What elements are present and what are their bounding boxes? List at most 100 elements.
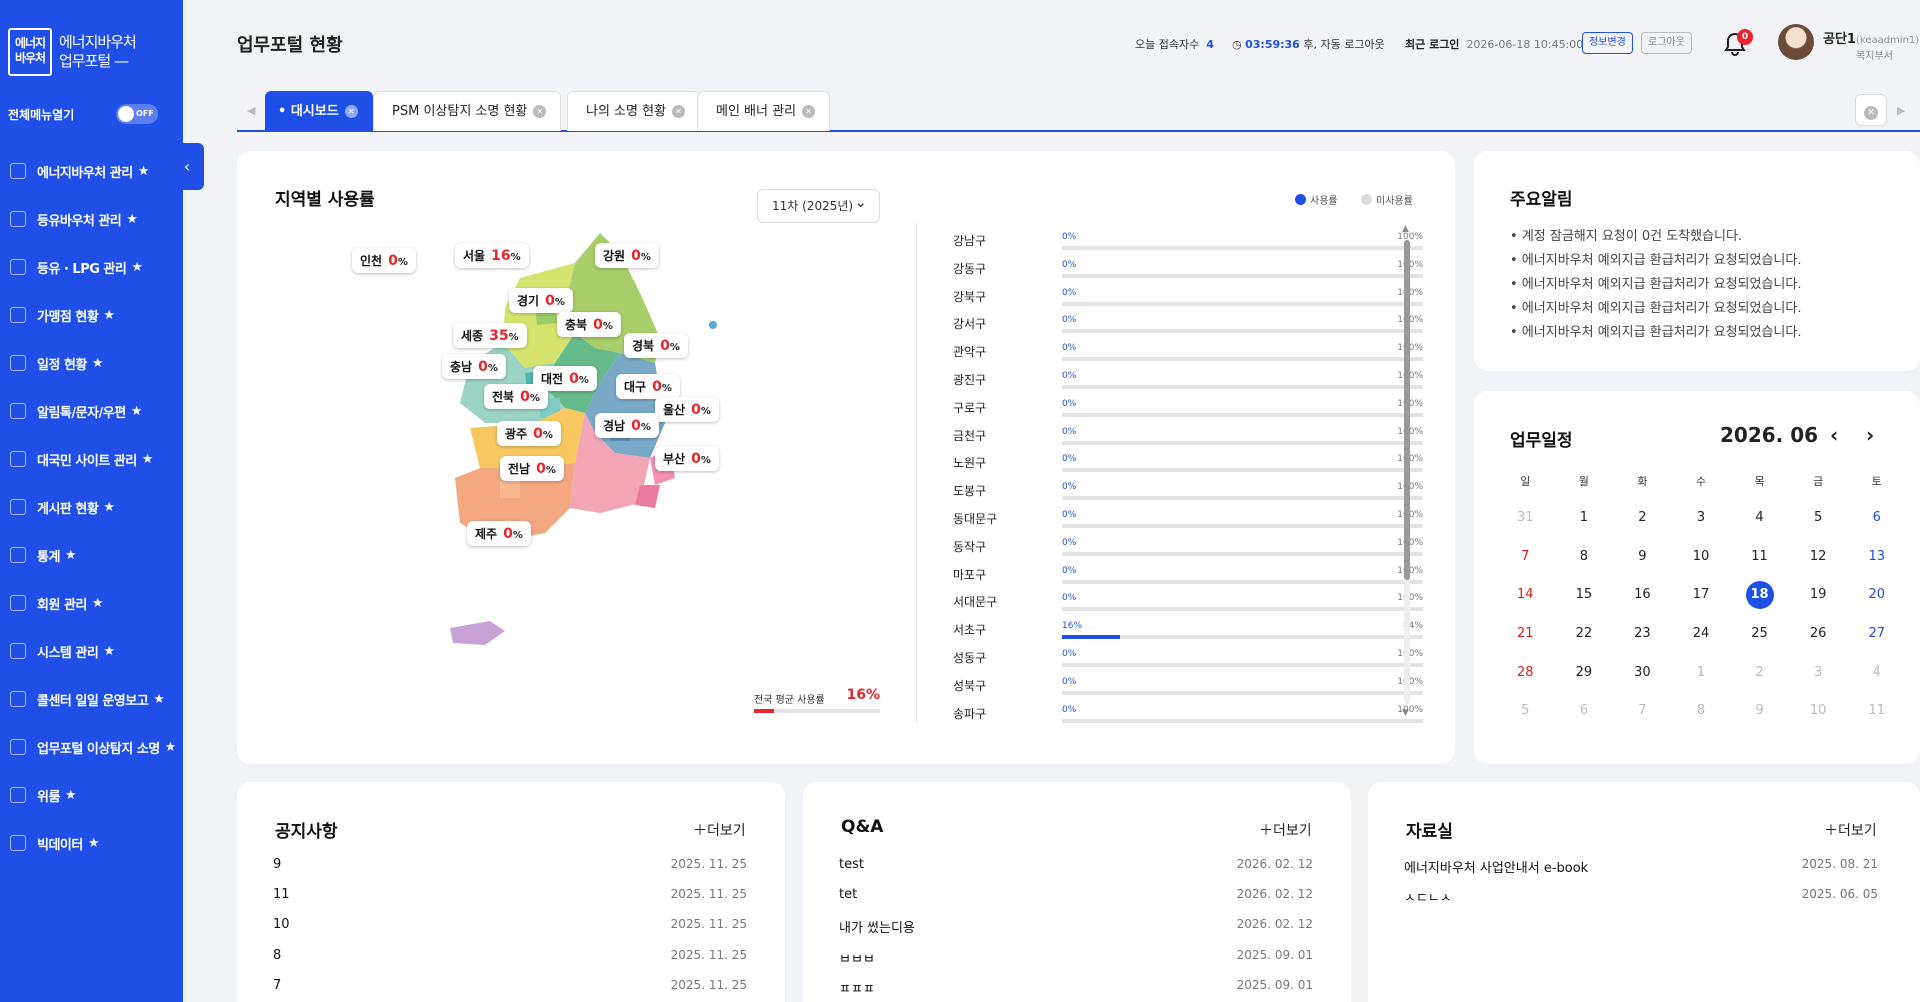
sidebar-item[interactable]: 통계 ★: [0, 531, 183, 579]
star-icon[interactable]: ★: [131, 260, 143, 275]
list-item[interactable]: ㅅㄷㄴㅅ 2025. 06. 05: [1404, 887, 1878, 917]
star-icon[interactable]: ★: [65, 788, 77, 803]
alert-item[interactable]: • 에너지바우처 예외지급 환급처리가 요청되었습니다.: [1510, 321, 1801, 345]
calendar-day[interactable]: 20: [1847, 576, 1906, 615]
close-icon[interactable]: ✕: [344, 105, 358, 118]
calendar-day[interactable]: 16: [1613, 576, 1672, 615]
logo[interactable]: 에너지 바우처 에너지바우처 업무포털 —: [8, 28, 137, 76]
calendar-day[interactable]: 30: [1613, 654, 1672, 693]
sidebar-item[interactable]: 콜센터 일일 운영보고 ★: [0, 675, 183, 723]
alert-item[interactable]: • 계정 잠금해지 요청이 0건 도착했습니다.: [1510, 225, 1801, 249]
close-icon[interactable]: ✕: [533, 105, 547, 118]
calendar-day[interactable]: 8: [1555, 538, 1614, 577]
star-icon[interactable]: ★: [138, 164, 150, 179]
calendar-day[interactable]: 9: [1730, 692, 1789, 731]
region-label[interactable]: 경북 0%: [624, 333, 688, 358]
calendar-day[interactable]: 13: [1847, 538, 1906, 577]
region-label[interactable]: 울산 0%: [655, 397, 719, 422]
region-label[interactable]: 경남 0%: [595, 413, 659, 438]
sidebar-item[interactable]: 회원 관리 ★: [0, 579, 183, 627]
info-change-button[interactable]: 정보변경: [1582, 32, 1633, 54]
calendar-day[interactable]: 4: [1847, 654, 1906, 693]
calendar-day[interactable]: 2: [1730, 654, 1789, 693]
calendar-day[interactable]: 2: [1613, 499, 1672, 538]
full-menu-toggle[interactable]: OFF: [116, 104, 158, 124]
star-icon[interactable]: ★: [65, 548, 77, 563]
star-icon[interactable]: ★: [126, 212, 138, 227]
star-icon[interactable]: ★: [88, 836, 100, 851]
calendar-day[interactable]: 25: [1730, 615, 1789, 654]
region-label[interactable]: 충북 0%: [557, 312, 621, 337]
alert-item[interactable]: • 에너지바우처 예외지급 환급처리가 요청되었습니다.: [1510, 297, 1801, 321]
prev-month-icon[interactable]: ‹: [1830, 423, 1838, 447]
calendar-day[interactable]: 3: [1672, 499, 1731, 538]
scroll-thumb[interactable]: [1404, 240, 1410, 580]
region-label[interactable]: 인천 0%: [352, 248, 416, 273]
calendar-day[interactable]: 1: [1555, 499, 1614, 538]
calendar-day[interactable]: 4: [1730, 499, 1789, 538]
sidebar-item[interactable]: 빅데이터 ★: [0, 819, 183, 867]
close-icon[interactable]: ✕: [672, 105, 686, 118]
list-item[interactable]: 7 2025. 11. 25: [273, 978, 747, 1002]
list-item[interactable]: 11 2025. 11. 25: [273, 887, 747, 917]
region-label[interactable]: 경기 0%: [509, 288, 573, 313]
region-label[interactable]: 대구 0%: [616, 374, 680, 399]
list-item[interactable]: 내가 썼는디용 2026. 02. 12: [839, 917, 1313, 947]
calendar-day[interactable]: 11: [1730, 538, 1789, 577]
region-label[interactable]: 전북 0%: [484, 384, 548, 409]
district-scrollbar[interactable]: ▲ ▼: [1402, 224, 1410, 718]
calendar-day[interactable]: 8: [1672, 692, 1731, 731]
sidebar-item[interactable]: 게시판 현황 ★: [0, 483, 183, 531]
calendar-day[interactable]: 17: [1672, 576, 1731, 615]
sidebar-collapse-button[interactable]: ‹: [170, 143, 204, 190]
calendar-day[interactable]: 1: [1672, 654, 1731, 693]
calendar-day[interactable]: 28: [1496, 654, 1555, 693]
calendar-day[interactable]: 31: [1496, 499, 1555, 538]
close-icon[interactable]: ✕: [802, 105, 816, 118]
archive-more-button[interactable]: ＋더보기: [1824, 820, 1877, 840]
alert-item[interactable]: • 에너지바우처 예외지급 환급처리가 요청되었습니다.: [1510, 273, 1801, 297]
list-item[interactable]: 9 2025. 11. 25: [273, 857, 747, 887]
tab-scroll-right-icon[interactable]: ▶: [1897, 104, 1905, 117]
sidebar-item[interactable]: 일정 현황 ★: [0, 339, 183, 387]
calendar-day[interactable]: 15: [1555, 576, 1614, 615]
star-icon[interactable]: ★: [165, 740, 177, 755]
scroll-up-icon[interactable]: ▲: [1402, 224, 1409, 234]
calendar-day[interactable]: 23: [1613, 615, 1672, 654]
calendar-day[interactable]: 27: [1847, 615, 1906, 654]
calendar-day[interactable]: 24: [1672, 615, 1731, 654]
list-item[interactable]: 8 2025. 11. 25: [273, 948, 747, 978]
sidebar-item[interactable]: 등유 · LPG 관리 ★: [0, 243, 183, 291]
region-label[interactable]: 전남 0%: [500, 456, 564, 481]
region-label[interactable]: 강원 0%: [595, 243, 659, 268]
tab-psm[interactable]: PSM 이상탐지 소명 현황 ✕: [373, 91, 562, 131]
list-item[interactable]: 에너지바우처 사업안내서 e-book 2025. 08. 21: [1404, 857, 1878, 887]
calendar-day[interactable]: 18: [1730, 576, 1789, 615]
tab-my-explain[interactable]: 나의 소명 현황 ✕: [567, 91, 701, 131]
region-label[interactable]: 충남 0%: [442, 354, 506, 379]
calendar-day[interactable]: 5: [1789, 499, 1848, 538]
star-icon[interactable]: ★: [103, 500, 115, 515]
sidebar-item[interactable]: 에너지바우처 관리 ★: [0, 147, 183, 195]
sidebar-item[interactable]: 알림톡/문자/우편 ★: [0, 387, 183, 435]
qna-more-button[interactable]: ＋더보기: [1259, 820, 1312, 840]
calendar-day[interactable]: 7: [1613, 692, 1672, 731]
star-icon[interactable]: ★: [153, 692, 165, 707]
round-select[interactable]: 11차 (2025년): [757, 186, 880, 223]
notice-more-button[interactable]: ＋더보기: [693, 820, 746, 840]
calendar-day[interactable]: 21: [1496, 615, 1555, 654]
region-label[interactable]: 제주 0%: [467, 521, 531, 546]
calendar-day[interactable]: 29: [1555, 654, 1614, 693]
sidebar-item[interactable]: 가맹점 현황 ★: [0, 291, 183, 339]
calendar-day[interactable]: 6: [1847, 499, 1906, 538]
sidebar-item[interactable]: 등유바우처 관리 ★: [0, 195, 183, 243]
sidebar-item[interactable]: 대국민 사이트 관리 ★: [0, 435, 183, 483]
avatar[interactable]: [1778, 24, 1814, 60]
tab-dashboard[interactable]: • 대시보드 ✕: [265, 91, 373, 131]
star-icon[interactable]: ★: [92, 596, 104, 611]
tab-main-banner[interactable]: 메인 배너 관리 ✕: [697, 91, 831, 131]
tab-scroll-left-icon[interactable]: ◀: [247, 104, 255, 117]
list-item[interactable]: tet 2026. 02. 12: [839, 887, 1313, 917]
list-item[interactable]: ㅂㅂㅂ 2025. 09. 01: [839, 948, 1313, 978]
calendar-day[interactable]: 11: [1847, 692, 1906, 731]
